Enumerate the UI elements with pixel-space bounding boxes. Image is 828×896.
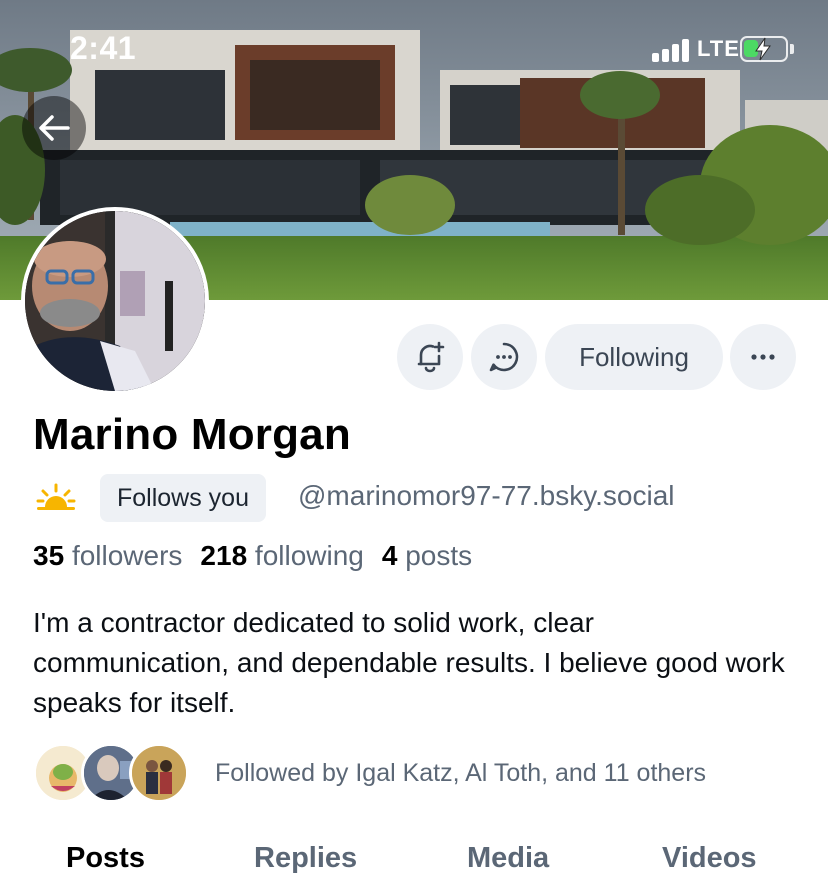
status-bar: 2:41 LTE: [0, 0, 828, 100]
profile-handle: @marinomor97-77.bsky.social: [298, 480, 675, 511]
followers-count: 35: [33, 540, 65, 571]
bell-plus-icon: [417, 341, 445, 373]
ellipsis-icon: [751, 354, 775, 360]
tab-posts[interactable]: Posts: [66, 842, 145, 875]
profile-stats: 35 followers 218 following 4 posts: [33, 540, 490, 572]
following-link[interactable]: 218 following: [200, 540, 363, 572]
display-name: Marino Morgan: [33, 410, 351, 459]
followers-label: followers: [71, 540, 183, 571]
posts-stat: 4 posts: [382, 540, 472, 572]
avatar[interactable]: [21, 207, 209, 395]
posts-count: 4: [381, 540, 398, 571]
charging-bolt-icon: [755, 37, 771, 61]
follows-you-badge: Follows you: [100, 474, 266, 522]
known-followers[interactable]: Followed by Igal Katz, Al Toth, and 11 o…: [33, 743, 813, 805]
subscribe-notifications-button[interactable]: [397, 324, 463, 390]
more-options-button[interactable]: [730, 324, 796, 390]
tab-replies[interactable]: Replies: [254, 842, 357, 875]
posts-label: posts: [405, 540, 473, 571]
profile-bio: I'm a contractor dedicated to solid work…: [33, 607, 785, 718]
following-button[interactable]: Following: [545, 324, 723, 390]
following-label: following: [254, 540, 364, 571]
tab-media[interactable]: Media: [467, 842, 549, 875]
chat-bubble-icon: [489, 342, 519, 372]
profile-tabs: Posts Replies Media Videos: [0, 836, 828, 896]
back-button[interactable]: [22, 96, 86, 160]
followed-by-text: Followed by Igal Katz, Al Toth, and 11 o…: [215, 759, 707, 787]
known-follower-avatar: [129, 743, 189, 803]
arrow-left-icon: [39, 115, 70, 141]
status-time: 2:41: [70, 30, 137, 66]
following-count: 218: [200, 540, 248, 571]
battery-cap: [790, 44, 794, 54]
message-button[interactable]: [471, 324, 537, 390]
sun-icon: [36, 483, 76, 510]
followers-link[interactable]: 35 followers: [33, 540, 182, 572]
tab-videos[interactable]: Videos: [662, 842, 757, 875]
cellular-signal-icon: [652, 38, 690, 62]
network-type: LTE: [697, 36, 740, 61]
